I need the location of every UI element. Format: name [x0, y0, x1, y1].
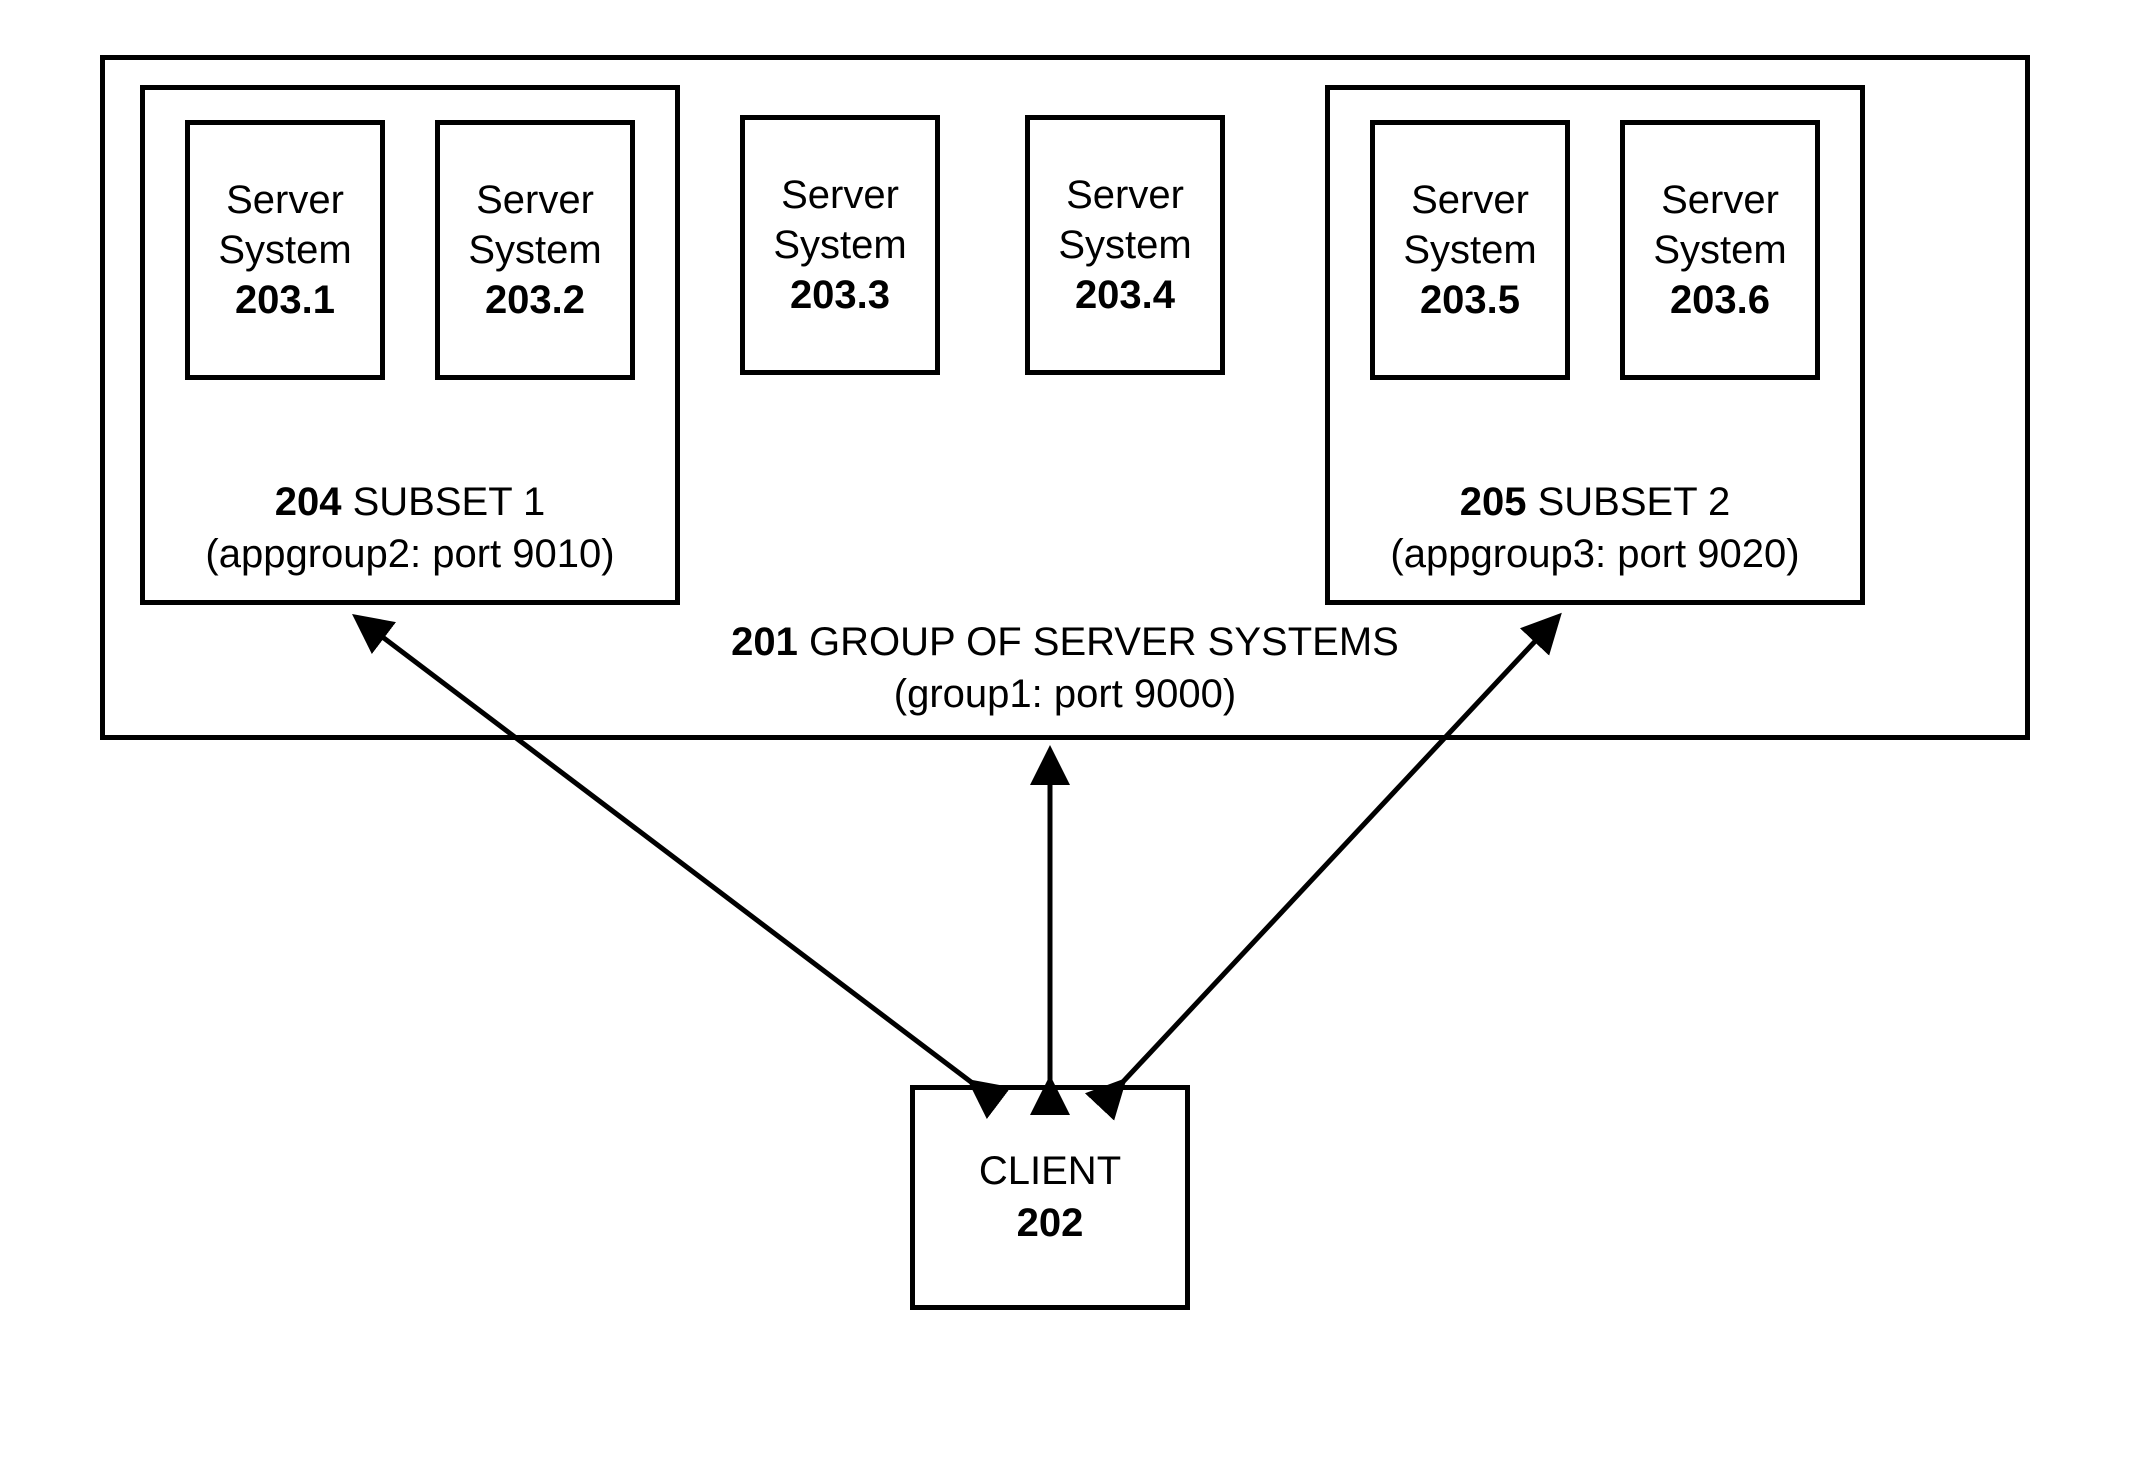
group-label: 201 GROUP OF SERVER SYSTEMS (group1: por…: [105, 616, 2025, 720]
subset-1-container: ServerSystem 203.1 ServerSystem 203.2 20…: [140, 85, 680, 605]
group-detail: (group1: port 9000): [894, 672, 1236, 716]
server-id: 203.2: [485, 278, 585, 322]
server-box-203-2: ServerSystem 203.2: [435, 120, 635, 380]
server-label: ServerSystem: [190, 175, 380, 275]
client-label: CLIENT: [979, 1149, 1121, 1193]
server-id: 203.4: [1075, 273, 1175, 317]
server-label: ServerSystem: [440, 175, 630, 275]
subset-2-label: 205 SUBSET 2 (appgroup3: port 9020): [1330, 476, 1860, 580]
server-box-203-1: ServerSystem 203.1: [185, 120, 385, 380]
server-box-203-4: ServerSystem 203.4: [1025, 115, 1225, 375]
server-box-203-5: ServerSystem 203.5: [1370, 120, 1570, 380]
group-ref: 201: [731, 620, 798, 664]
subset-2-ref: 205: [1460, 480, 1527, 524]
subset-1-label: 204 SUBSET 1 (appgroup2: port 9010): [145, 476, 675, 580]
server-id: 203.3: [790, 273, 890, 317]
client-ref: 202: [1017, 1201, 1084, 1245]
subset-1-detail: (appgroup2: port 9010): [205, 532, 614, 576]
server-id: 203.1: [235, 278, 335, 322]
server-label: ServerSystem: [1375, 175, 1565, 275]
client-box: CLIENT 202: [910, 1085, 1190, 1310]
server-label: ServerSystem: [745, 170, 935, 270]
server-box-203-6: ServerSystem 203.6: [1620, 120, 1820, 380]
subset-2-detail: (appgroup3: port 9020): [1390, 532, 1799, 576]
subset-2-container: ServerSystem 203.5 ServerSystem 203.6 20…: [1325, 85, 1865, 605]
subset-2-title: SUBSET 2: [1538, 480, 1731, 524]
subset-1-ref: 204: [275, 480, 342, 524]
server-group-container: ServerSystem 203.1 ServerSystem 203.2 20…: [100, 55, 2030, 740]
server-id: 203.5: [1420, 278, 1520, 322]
group-title: GROUP OF SERVER SYSTEMS: [809, 620, 1399, 664]
server-label: ServerSystem: [1030, 170, 1220, 270]
server-id: 203.6: [1670, 278, 1770, 322]
server-box-203-3: ServerSystem 203.3: [740, 115, 940, 375]
subset-1-title: SUBSET 1: [353, 480, 546, 524]
server-label: ServerSystem: [1625, 175, 1815, 275]
